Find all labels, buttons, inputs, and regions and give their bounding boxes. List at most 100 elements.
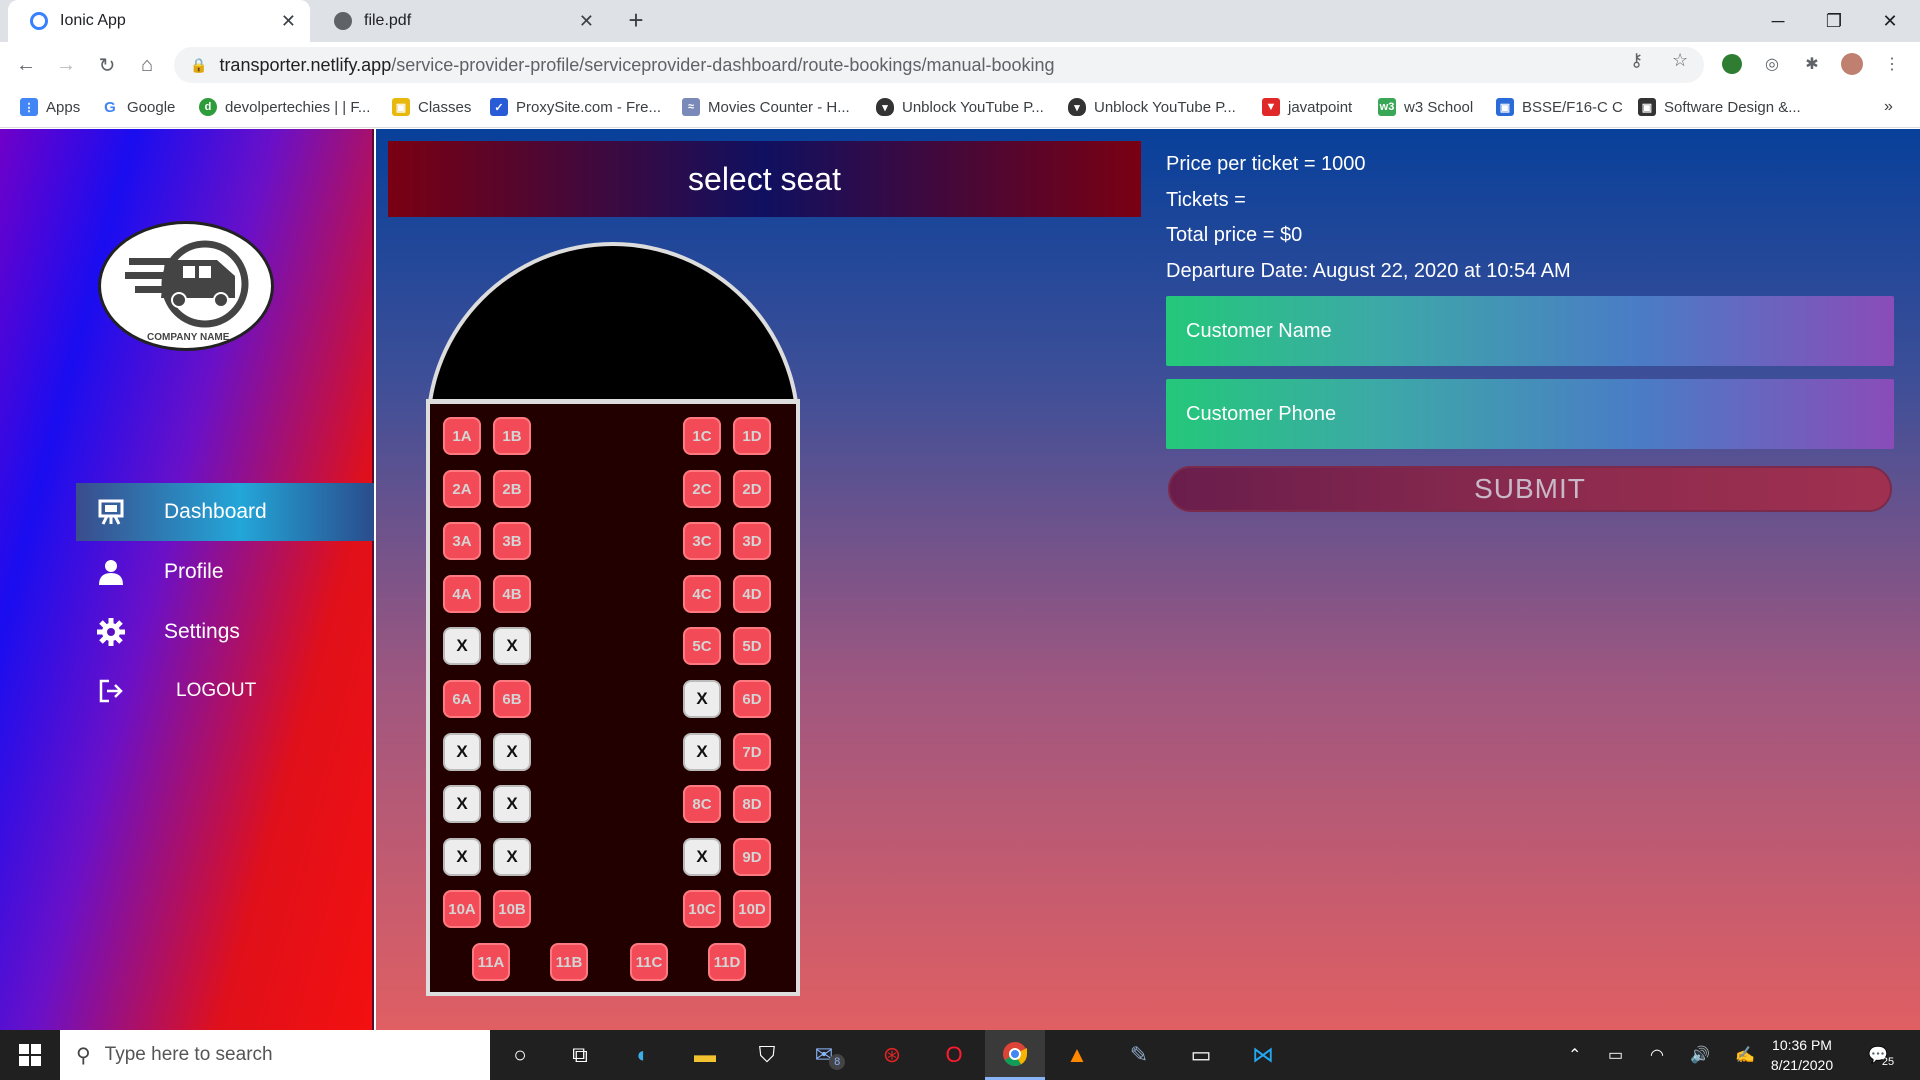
seat-3b[interactable]: 3B (493, 522, 531, 560)
seat-4b[interactable]: 4B (493, 575, 531, 613)
paint-icon[interactable]: ✎ (1109, 1030, 1169, 1080)
bookmark-unblock-youtube-2[interactable]: ▾ Unblock YouTube P... (1068, 98, 1236, 116)
minimize-button[interactable]: ─ (1750, 0, 1806, 42)
seat-taken[interactable]: X (493, 733, 531, 771)
store-icon[interactable]: ⛉ (737, 1030, 797, 1080)
seat-1c[interactable]: 1C (683, 417, 721, 455)
seat-taken[interactable]: X (443, 838, 481, 876)
antivirus-icon[interactable]: ⊛ (862, 1030, 922, 1080)
seat-2a[interactable]: 2A (443, 470, 481, 508)
seat-7d[interactable]: 7D (733, 733, 771, 771)
task-view-icon[interactable]: ⧉ (550, 1030, 610, 1080)
windows-start-icon[interactable] (0, 1030, 60, 1080)
seat-taken[interactable]: X (683, 680, 721, 718)
seat-3a[interactable]: 3A (443, 522, 481, 560)
seat-9d[interactable]: 9D (733, 838, 771, 876)
sidebar-item-profile[interactable]: Profile (76, 543, 374, 601)
seat-1d[interactable]: 1D (733, 417, 771, 455)
forward-button[interactable]: → (52, 51, 80, 79)
more-bookmarks-icon[interactable]: » (1884, 98, 1893, 116)
sidebar-item-dashboard[interactable]: Dashboard (76, 483, 374, 541)
seat-5d[interactable]: 5D (733, 627, 771, 665)
bookmark-google[interactable]: G Google (101, 98, 175, 116)
seat-2c[interactable]: 2C (683, 470, 721, 508)
seat-11a[interactable]: 11A (472, 943, 510, 981)
key-icon[interactable]: ⚷ (1630, 50, 1643, 71)
seat-11b[interactable]: 11B (550, 943, 588, 981)
star-icon[interactable]: ☆ (1672, 50, 1688, 71)
seat-taken[interactable]: X (443, 733, 481, 771)
vscode-icon[interactable]: ⋈ (1233, 1030, 1293, 1080)
file-explorer-icon[interactable]: ▬ (675, 1030, 735, 1080)
pen-icon[interactable]: ✍ (1735, 1030, 1755, 1080)
seat-6b[interactable]: 6B (493, 680, 531, 718)
customer-phone-input[interactable] (1166, 379, 1894, 449)
tray-chevron-icon[interactable]: ⌃ (1568, 1030, 1581, 1080)
seat-5c[interactable]: 5C (683, 627, 721, 665)
bookmark-unblock-youtube-1[interactable]: ▾ Unblock YouTube P... (876, 98, 1044, 116)
close-tab-icon[interactable]: ✕ (579, 11, 594, 32)
seat-taken[interactable]: X (683, 838, 721, 876)
bookmark-devolpertechies[interactable]: d devolpertechies | | F... (199, 98, 370, 116)
cortana-icon[interactable]: ○ (490, 1030, 550, 1080)
extensions-puzzle-icon[interactable]: ✱ (1800, 52, 1824, 76)
seat-taken[interactable]: X (493, 627, 531, 665)
seat-taken[interactable]: X (493, 785, 531, 823)
bookmark-bsse[interactable]: ▣ BSSE/F16-C C (1496, 98, 1623, 116)
opera-icon[interactable]: O (924, 1030, 984, 1080)
seat-taken[interactable]: X (443, 627, 481, 665)
taskbar-search[interactable]: ⚲ (60, 1030, 490, 1080)
bookmark-software-design[interactable]: ▣ Software Design &... (1638, 98, 1801, 116)
home-button[interactable]: ⌂ (133, 51, 161, 79)
back-button[interactable]: ← (12, 51, 40, 79)
seat-8c[interactable]: 8C (683, 785, 721, 823)
close-window-button[interactable]: ✕ (1862, 0, 1918, 42)
sidebar-item-logout[interactable]: LOGOUT (76, 662, 374, 720)
bookmark-movies-counter[interactable]: ≈ Movies Counter - H... (682, 98, 850, 116)
seat-11d[interactable]: 11D (708, 943, 746, 981)
bookmark-apps[interactable]: ⋮ Apps (20, 98, 80, 116)
extension-globe-icon[interactable] (1720, 52, 1744, 76)
more-menu-icon[interactable]: ⋮ (1880, 52, 1904, 76)
restore-button[interactable]: ❐ (1806, 0, 1862, 42)
seat-1a[interactable]: 1A (443, 417, 481, 455)
seat-3d[interactable]: 3D (733, 522, 771, 560)
system-clock[interactable]: 10:36 PM 8/21/2020 (1762, 1035, 1842, 1075)
seat-10d[interactable]: 10D (733, 890, 771, 928)
chrome-icon[interactable] (985, 1030, 1045, 1080)
bookmark-classes[interactable]: ▣ Classes (392, 98, 471, 116)
seat-taken[interactable]: X (493, 838, 531, 876)
seat-3c[interactable]: 3C (683, 522, 721, 560)
new-tab-button[interactable]: + (622, 5, 650, 35)
mail-icon[interactable]: ✉ 8 (800, 1030, 860, 1080)
bookmark-w3-school[interactable]: w3 w3 School (1378, 98, 1473, 116)
seat-6d[interactable]: 6D (733, 680, 771, 718)
volume-icon[interactable]: 🔊 (1690, 1030, 1710, 1080)
taskbar-search-input[interactable] (104, 1044, 455, 1066)
seat-10a[interactable]: 10A (443, 890, 481, 928)
seat-10c[interactable]: 10C (683, 890, 721, 928)
notifications-icon[interactable]: 💬 25 (1868, 1030, 1894, 1080)
bookmark-javatpoint[interactable]: ▼ javatpoint (1262, 98, 1352, 116)
seat-8d[interactable]: 8D (733, 785, 771, 823)
reload-button[interactable]: ↻ (93, 51, 121, 79)
seat-4a[interactable]: 4A (443, 575, 481, 613)
battery-icon[interactable]: ▭ (1608, 1030, 1623, 1080)
submit-button[interactable]: SUBMIT (1168, 466, 1892, 512)
wifi-icon[interactable]: ◠ (1650, 1030, 1664, 1080)
bookmark-proxysite[interactable]: ✓ ProxySite.com - Fre... (490, 98, 661, 116)
sidebar-item-settings[interactable]: Settings (76, 603, 374, 661)
seat-11c[interactable]: 11C (630, 943, 668, 981)
edge-icon[interactable]: ◐ (613, 1030, 673, 1080)
terminal-icon[interactable]: ▭ (1171, 1030, 1231, 1080)
customer-name-input[interactable] (1166, 296, 1894, 366)
tab-file-pdf[interactable]: file.pdf ✕ (312, 0, 608, 42)
extension-circle-icon[interactable]: ◎ (1760, 52, 1784, 76)
seat-10b[interactable]: 10B (493, 890, 531, 928)
seat-taken[interactable]: X (683, 733, 721, 771)
address-bar[interactable]: 🔒 transporter.netlify.app/service-provid… (174, 47, 1704, 83)
vlc-icon[interactable]: ▲ (1047, 1030, 1107, 1080)
seat-6a[interactable]: 6A (443, 680, 481, 718)
seat-2b[interactable]: 2B (493, 470, 531, 508)
close-tab-icon[interactable]: ✕ (281, 11, 296, 32)
